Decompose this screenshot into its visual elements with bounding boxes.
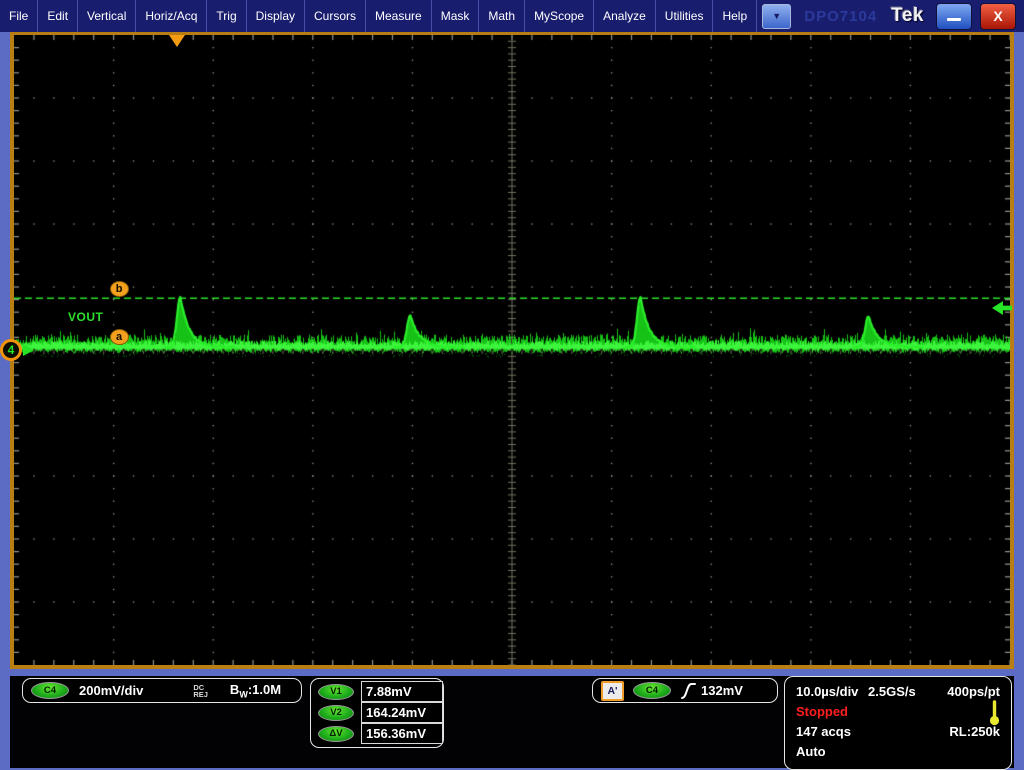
menu-items: FileEditVerticalHoriz/AcqTrigDisplayCurs… bbox=[0, 0, 756, 32]
bw-value: :1.0M bbox=[248, 682, 281, 697]
timebase-value: 10.0µs/div bbox=[796, 684, 858, 699]
trigger-channel-badge: C4 bbox=[633, 682, 671, 699]
title-zone: DPO7104 Tek X bbox=[804, 0, 1024, 32]
cursor-value: 7.88mV bbox=[361, 681, 443, 702]
trigger-position-marker[interactable] bbox=[169, 35, 185, 47]
horizontal-acquisition-panel[interactable]: 10.0µs/div 2.5GS/s 400ps/pt Stopped 147 … bbox=[784, 676, 1012, 770]
timebase-group: 10.0µs/div 2.5GS/s bbox=[796, 682, 916, 702]
channel-4-position-marker[interactable]: 4 bbox=[0, 339, 22, 361]
menu-item-display[interactable]: Display bbox=[247, 0, 304, 32]
readout-bar: C4 200mV/div DC REJ BW:1.0M V1 7.88mV V2 16… bbox=[10, 676, 1014, 768]
menu-separator bbox=[756, 0, 757, 32]
minimize-icon bbox=[947, 18, 961, 21]
bw-sub: W bbox=[239, 689, 248, 699]
menu-item-trig[interactable]: Trig bbox=[207, 0, 245, 32]
channel-4-badge: C4 bbox=[31, 682, 69, 699]
chevron-down-icon: ▼ bbox=[772, 11, 781, 21]
menu-item-mask[interactable]: Mask bbox=[432, 0, 479, 32]
menu-item-analyze[interactable]: Analyze bbox=[594, 0, 655, 32]
cursor-readout-panel[interactable]: V1 7.88mV V2 164.24mV ΔV 156.36mV bbox=[310, 678, 444, 748]
tek-logo: Tek bbox=[891, 5, 924, 27]
menu-bar: FileEditVerticalHoriz/AcqTrigDisplayCurs… bbox=[0, 0, 1024, 32]
cursor-badge-v2: V2 bbox=[318, 705, 354, 721]
channel-coupling: DC REJ bbox=[193, 684, 208, 698]
model-label: DPO7104 bbox=[804, 8, 877, 25]
menu-dropdown-button[interactable]: ▼ bbox=[762, 4, 791, 29]
cursor-row: V1 7.88mV bbox=[311, 681, 443, 702]
minimize-button[interactable] bbox=[936, 3, 972, 30]
channel-scale: 200mV/div bbox=[79, 683, 143, 698]
menu-item-help[interactable]: Help bbox=[713, 0, 756, 32]
cursor-badge-v1: V1 bbox=[318, 684, 354, 700]
acquisition-state: Stopped bbox=[796, 702, 848, 722]
close-button[interactable]: X bbox=[980, 3, 1016, 30]
menu-item-horiz-acq[interactable]: Horiz/Acq bbox=[136, 0, 206, 32]
channel-settings-panel[interactable]: C4 200mV/div DC REJ BW:1.0M bbox=[22, 678, 302, 703]
trigger-level-arrow[interactable] bbox=[992, 301, 1012, 315]
bw-prefix: B bbox=[230, 682, 239, 697]
waveform-label: VOUT bbox=[68, 310, 103, 324]
cursor-badge-delta-v: ΔV bbox=[318, 726, 354, 742]
trigger-level-value: 132mV bbox=[701, 683, 743, 698]
acquisition-count: 147 acqs bbox=[796, 722, 851, 742]
waveform-display[interactable] bbox=[14, 35, 1010, 665]
trigger-mode: Auto bbox=[796, 742, 826, 762]
cursor-value: 156.36mV bbox=[361, 723, 443, 744]
sample-rate-value: 2.5GS/s bbox=[868, 684, 916, 699]
trigger-source-badge: A' bbox=[601, 681, 624, 701]
menu-item-file[interactable]: File bbox=[0, 0, 37, 32]
menu-item-vertical[interactable]: Vertical bbox=[78, 0, 135, 32]
channel-bandwidth: BW:1.0M bbox=[230, 682, 281, 700]
cursor-b-handle[interactable]: b bbox=[110, 281, 129, 297]
menu-item-edit[interactable]: Edit bbox=[38, 0, 77, 32]
coupling-line2: REJ bbox=[193, 690, 208, 699]
menu-item-cursors[interactable]: Cursors bbox=[305, 0, 365, 32]
scope-graticule-frame: b a VOUT 4 bbox=[10, 31, 1014, 669]
cursor-row: ΔV 156.36mV bbox=[311, 723, 443, 744]
menu-item-myscope[interactable]: MyScope bbox=[525, 0, 593, 32]
cursor-value: 164.24mV bbox=[361, 702, 443, 723]
cursor-a-handle[interactable]: a bbox=[110, 329, 129, 345]
menu-item-math[interactable]: Math bbox=[479, 0, 524, 32]
menu-item-utilities[interactable]: Utilities bbox=[656, 0, 713, 32]
trigger-settings-panel[interactable]: A' C4 132mV bbox=[592, 678, 778, 703]
cursor-row: V2 164.24mV bbox=[311, 702, 443, 723]
channel-4-arrow-icon bbox=[23, 344, 34, 356]
rising-edge-icon bbox=[681, 682, 696, 700]
close-icon: X bbox=[993, 8, 1002, 24]
menu-item-measure[interactable]: Measure bbox=[366, 0, 431, 32]
thermometer-icon bbox=[989, 699, 1000, 726]
